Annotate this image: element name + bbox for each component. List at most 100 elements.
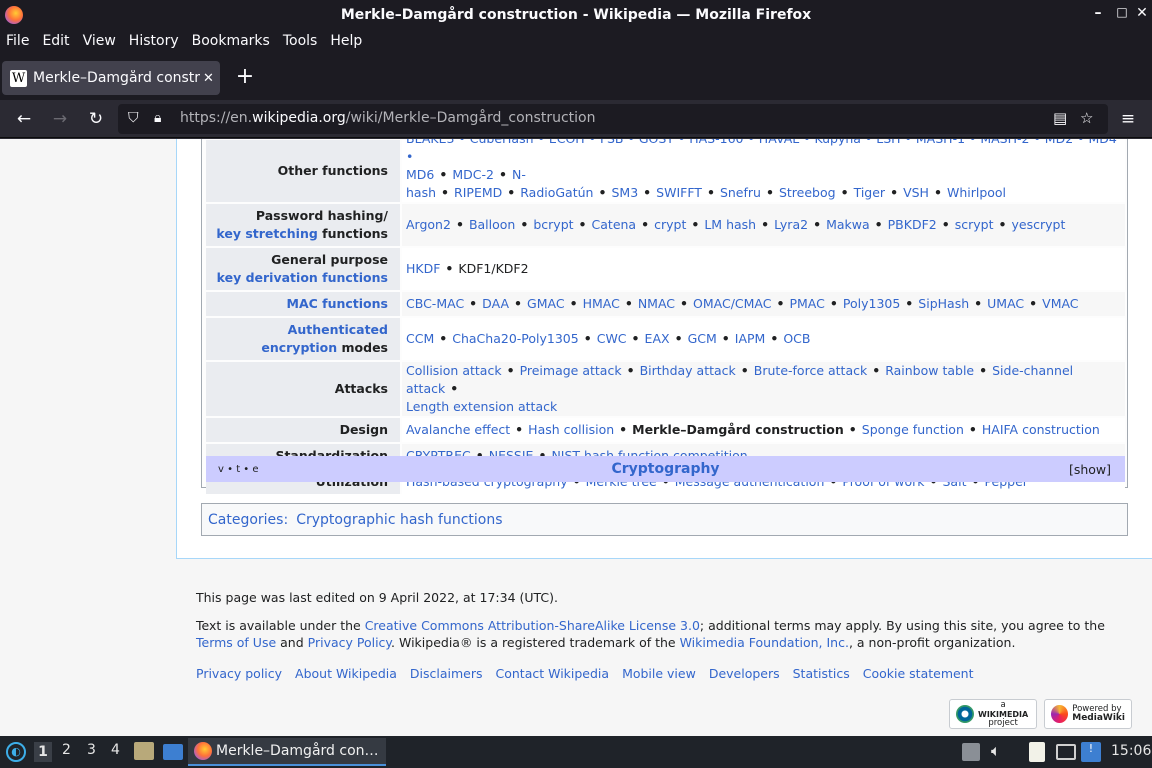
footer-link-privacy[interactable]: Privacy policy bbox=[196, 666, 282, 681]
authenticated-encryption-link[interactable]: Authenticated bbox=[288, 322, 388, 337]
navbox-item-link[interactable]: Streebog bbox=[779, 185, 836, 200]
workspace-2[interactable]: 2 bbox=[62, 742, 71, 758]
menu-edit[interactable]: Edit bbox=[36, 33, 75, 49]
categories-label-link[interactable]: Categories: bbox=[208, 512, 288, 528]
notes-icon[interactable] bbox=[1029, 742, 1045, 762]
navbox-item-link[interactable]: GCM bbox=[688, 331, 717, 346]
tab-close-icon[interactable]: ✕ bbox=[203, 71, 214, 86]
cryptography-title-link[interactable]: Cryptography bbox=[206, 461, 1125, 477]
reader-view-icon[interactable]: ▤ bbox=[1053, 109, 1067, 127]
back-arrow-icon[interactable]: ← bbox=[12, 108, 36, 130]
key-stretching-link[interactable]: key stretching bbox=[216, 226, 317, 241]
taskbar-firefox-task[interactable]: Merkle–Damgård con… bbox=[188, 738, 386, 766]
navbox-item-link[interactable]: ChaCha20-Poly1305 bbox=[452, 331, 578, 346]
navbox-item-link[interactable]: Makwa bbox=[826, 217, 870, 232]
file-manager-icon[interactable] bbox=[134, 742, 154, 760]
footer-link-statistics[interactable]: Statistics bbox=[793, 666, 850, 681]
footer-link-mobile[interactable]: Mobile view bbox=[622, 666, 696, 681]
navbox-item-link[interactable]: CBC-MAC bbox=[406, 296, 464, 311]
navbox-item-link[interactable]: Birthday attack bbox=[640, 363, 736, 378]
navbox-item-link[interactable]: Rainbow table bbox=[885, 363, 974, 378]
navbox-list-top-line[interactable]: BLAKE3 • CubeHash • ECOH • FSB • GOST • … bbox=[406, 139, 1121, 166]
workspace-3[interactable]: 3 bbox=[87, 742, 96, 758]
navbox-item-link[interactable]: Snefru bbox=[720, 185, 761, 200]
navbox-item-link[interactable]: SM3 bbox=[611, 185, 638, 200]
navbox-item-link[interactable]: NMAC bbox=[638, 296, 675, 311]
navbox-item-link[interactable]: VMAC bbox=[1042, 296, 1078, 311]
lock-icon[interactable]: 🔒︎ bbox=[154, 110, 161, 126]
navbox-item-link[interactable]: DAA bbox=[482, 296, 509, 311]
navbox-item-link[interactable]: UMAC bbox=[987, 296, 1024, 311]
volume-icon[interactable]: 🔈︎ bbox=[991, 741, 1001, 761]
maximize-icon[interactable]: □ bbox=[1112, 5, 1132, 19]
navbox-item-link[interactable]: RadioGatún bbox=[520, 185, 593, 200]
notification-icon[interactable]: ! bbox=[1081, 742, 1101, 762]
tray-app-icon[interactable] bbox=[962, 743, 980, 761]
navbox-item-link[interactable]: HKDF bbox=[406, 261, 440, 276]
navbox-item-link[interactable]: Length extension attack bbox=[406, 399, 557, 414]
forward-arrow-icon[interactable]: → bbox=[48, 108, 72, 130]
navbox-item-link[interactable]: SipHash bbox=[918, 296, 969, 311]
menu-view[interactable]: View bbox=[77, 33, 122, 49]
navbox-item-link[interactable]: Brute-force attack bbox=[754, 363, 867, 378]
navbox-item-link[interactable]: CWC bbox=[597, 331, 627, 346]
navbox-item-link[interactable]: VSH bbox=[903, 185, 929, 200]
footer-link-disclaimers[interactable]: Disclaimers bbox=[410, 666, 483, 681]
navbox-item-link[interactable]: MDC-2 bbox=[452, 167, 494, 182]
reload-icon[interactable]: ↻ bbox=[84, 108, 108, 130]
category-cryptographic-hash-functions[interactable]: Cryptographic hash functions bbox=[296, 512, 502, 528]
navbox-item-link[interactable]: HAIFA construction bbox=[982, 422, 1100, 437]
minimize-icon[interactable]: – bbox=[1088, 5, 1108, 21]
privacy-policy-link[interactable]: Privacy Policy bbox=[308, 635, 391, 650]
navbox-item-link[interactable]: Balloon bbox=[469, 217, 515, 232]
navbox-item-link[interactable]: Argon2 bbox=[406, 217, 451, 232]
navbox-item-link[interactable]: CCM bbox=[406, 331, 434, 346]
close-icon[interactable]: ✕ bbox=[1132, 5, 1152, 21]
display-icon[interactable] bbox=[1056, 744, 1076, 760]
navbox-item-link[interactable]: Avalanche effect bbox=[406, 422, 510, 437]
wikimedia-project-badge[interactable]: a WIKIMEDIA project bbox=[949, 699, 1037, 729]
mac-functions-link[interactable]: MAC functions bbox=[287, 296, 388, 311]
menu-history[interactable]: History bbox=[123, 33, 185, 49]
terms-of-use-link[interactable]: Terms of Use bbox=[196, 635, 276, 650]
hamburger-menu-icon[interactable]: ≡ bbox=[1116, 108, 1140, 130]
navbox-item-link[interactable]: OMAC/CMAC bbox=[693, 296, 771, 311]
menu-tools[interactable]: Tools bbox=[277, 33, 324, 49]
navbox-item-link[interactable]: PBKDF2 bbox=[888, 217, 937, 232]
navbox-item-link[interactable]: HMAC bbox=[583, 296, 620, 311]
encryption-link[interactable]: encryption bbox=[261, 340, 337, 355]
navbox-item-link[interactable]: SWIFFT bbox=[656, 185, 702, 200]
navbox-item-link[interactable]: Hash collision bbox=[528, 422, 614, 437]
navbox-item-link[interactable]: Sponge function bbox=[862, 422, 964, 437]
bookmark-star-icon[interactable]: ☆ bbox=[1080, 109, 1093, 127]
footer-link-about[interactable]: About Wikipedia bbox=[295, 666, 397, 681]
navbox-item-link[interactable]: GMAC bbox=[527, 296, 565, 311]
show-desktop-icon[interactable] bbox=[163, 744, 183, 760]
footer-link-contact[interactable]: Contact Wikipedia bbox=[496, 666, 610, 681]
navbox-item-link[interactable]: Poly1305 bbox=[843, 296, 900, 311]
navbox-item-link[interactable]: LM hash bbox=[704, 217, 756, 232]
footer-link-developers[interactable]: Developers bbox=[709, 666, 780, 681]
navbox-item-link[interactable]: EAX bbox=[645, 331, 670, 346]
navbox-item-link[interactable]: PMAC bbox=[789, 296, 824, 311]
start-menu-icon[interactable]: ◐ bbox=[6, 742, 26, 762]
navbox-item-link[interactable]: IAPM bbox=[735, 331, 766, 346]
navbox-item-link[interactable]: Catena bbox=[592, 217, 637, 232]
tracking-shield-icon[interactable]: ⛉ bbox=[128, 110, 139, 126]
key-derivation-functions-link[interactable]: key derivation functions bbox=[217, 270, 388, 285]
navbox-item-link[interactable]: crypt bbox=[654, 217, 686, 232]
menu-help[interactable]: Help bbox=[324, 33, 368, 49]
navbox-item-link[interactable]: yescrypt bbox=[1012, 217, 1066, 232]
url-bar[interactable]: ⛉ 🔒︎ https://en.wikipedia.org/wiki/Merkl… bbox=[118, 104, 1108, 134]
menu-bookmarks[interactable]: Bookmarks bbox=[186, 33, 276, 49]
powered-by-mediawiki-badge[interactable]: Powered by MediaWiki bbox=[1044, 699, 1132, 729]
navbox-show-toggle[interactable]: [show] bbox=[1069, 462, 1111, 477]
navbox-item-link[interactable]: MD6 bbox=[406, 167, 434, 182]
navbox-item-link[interactable]: Preimage attack bbox=[520, 363, 622, 378]
navbox-item-link[interactable]: OCB bbox=[783, 331, 810, 346]
url-text[interactable]: https://en.wikipedia.org/wiki/Merkle–Dam… bbox=[180, 110, 596, 126]
new-tab-plus-icon[interactable]: + bbox=[234, 66, 256, 88]
navbox-item-link[interactable]: Whirlpool bbox=[947, 185, 1006, 200]
tab-active[interactable]: W Merkle–Damgård constru ✕ bbox=[2, 61, 220, 95]
navbox-item-link[interactable]: Tiger bbox=[854, 185, 886, 200]
